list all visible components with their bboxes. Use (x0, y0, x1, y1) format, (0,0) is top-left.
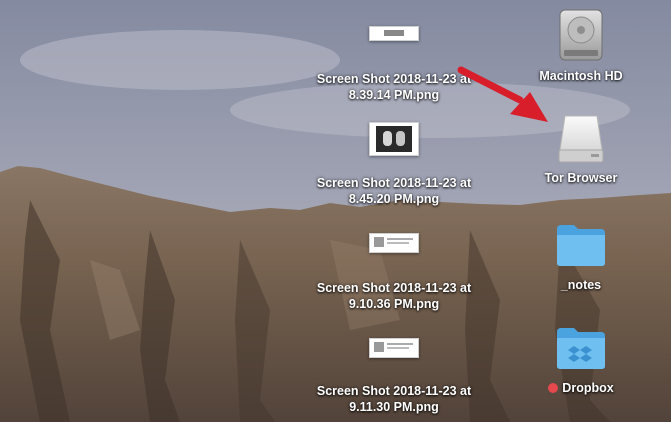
annotation-arrow-icon (457, 66, 548, 122)
